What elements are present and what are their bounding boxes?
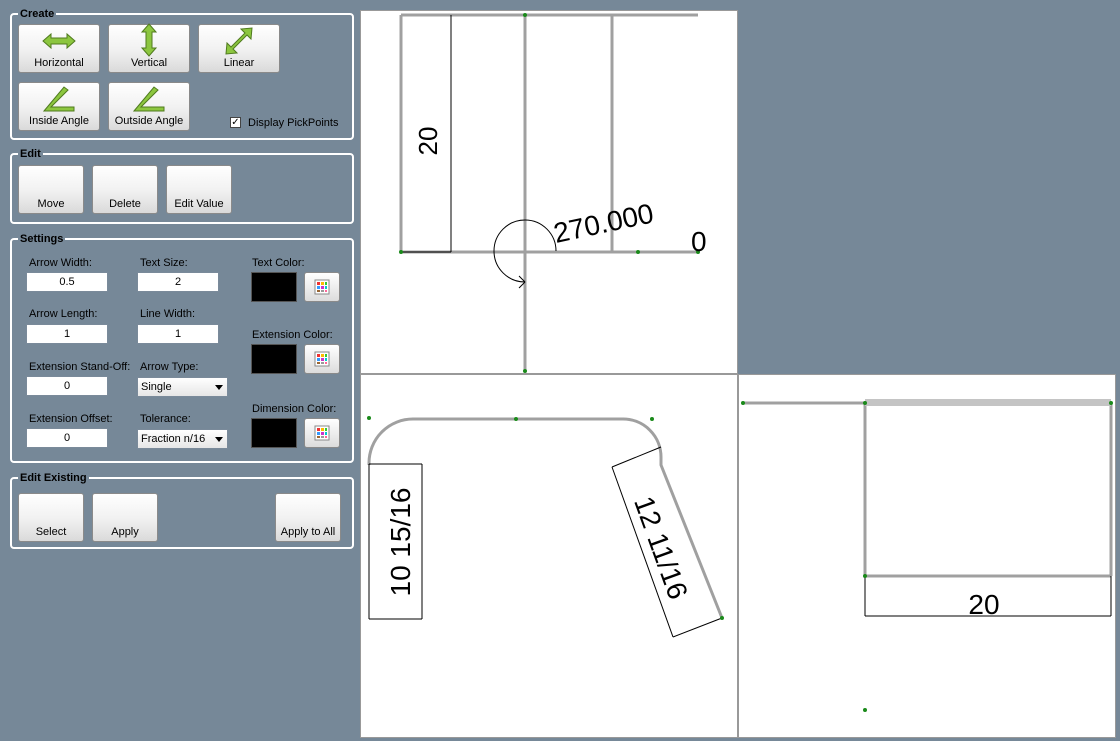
text-size-label: Text Size: (140, 257, 188, 269)
vertical-label: Vertical (130, 57, 168, 69)
arrow-length-input[interactable] (26, 324, 108, 344)
delete-button[interactable]: Delete (92, 165, 158, 214)
text-color-label: Text Color: (252, 257, 305, 269)
line-width-input[interactable] (137, 324, 219, 344)
create-group-title: Create (18, 7, 57, 21)
extension-color-label: Extension Color: (252, 329, 333, 341)
vertical-button[interactable]: Vertical (108, 23, 190, 73)
tolerance-select[interactable]: Fraction n/16 (137, 429, 228, 449)
inside-angle-icon (42, 86, 75, 112)
horizontal-button[interactable]: Horizontal (18, 24, 100, 73)
dimension-color-label: Dimension Color: (252, 403, 337, 415)
extension-color-swatch (251, 344, 297, 374)
arrow-length-label: Arrow Length: (29, 308, 98, 320)
color-palette-icon (314, 351, 330, 367)
chevron-down-icon (215, 385, 223, 390)
text-size-input[interactable] (137, 272, 219, 292)
extension-offset-label: Extension Offset: (29, 413, 113, 425)
select-button[interactable]: Select (18, 493, 84, 542)
apply-to-all-label: Apply to All (280, 526, 336, 538)
display-pickpoints-label: Display PickPoints (248, 117, 339, 129)
bottom-dimension-text: 20 (968, 589, 999, 620)
horizontal-arrow-icon (42, 32, 76, 50)
top-viewport[interactable]: 20 270.000 0 (360, 10, 738, 374)
apply-to-all-button[interactable]: Apply to All (275, 493, 341, 542)
delete-label: Delete (109, 198, 141, 210)
zero-dimension-text: 0 (691, 226, 707, 257)
bottom-left-viewport[interactable]: 10 15/16 12 11/16 (360, 374, 738, 738)
select-label: Select (35, 526, 67, 538)
chevron-down-icon (215, 437, 223, 442)
extension-standoff-label: Extension Stand-Off: (29, 361, 131, 373)
left-dimension-text: 10 15/16 (385, 488, 416, 597)
arrow-type-label: Arrow Type: (140, 361, 199, 373)
text-color-swatch (251, 272, 297, 302)
tolerance-label: Tolerance: (140, 413, 191, 425)
inside-angle-label: Inside Angle (29, 115, 89, 127)
dimension-color-picker-button[interactable] (304, 418, 340, 448)
inside-angle-button[interactable]: Inside Angle (18, 82, 100, 131)
vertical-arrow-icon (140, 23, 158, 57)
extension-color-picker-button[interactable] (304, 344, 340, 374)
move-button[interactable]: Move (18, 165, 84, 214)
linear-label: Linear (223, 57, 255, 69)
right-dimension-text: 12 11/16 (628, 492, 694, 603)
outside-angle-label: Outside Angle (114, 115, 184, 127)
linear-button[interactable]: Linear (198, 24, 280, 73)
color-palette-icon (314, 425, 330, 441)
tolerance-value: Fraction n/16 (141, 433, 206, 445)
edit-value-button[interactable]: Edit Value (166, 165, 232, 214)
edit-group-title: Edit (18, 147, 43, 161)
apply-label: Apply (111, 526, 139, 538)
edit-existing-group-title: Edit Existing (18, 471, 89, 485)
outside-angle-button[interactable]: Outside Angle (108, 82, 190, 131)
angle-dimension-text: 270.000 (551, 198, 656, 249)
bottom-left-viewport-drawing: 10 15/16 12 11/16 (367, 416, 724, 638)
vertical-dimension-text: 20 (413, 127, 443, 156)
arrow-type-select[interactable]: Single (137, 377, 228, 397)
arrow-width-label: Arrow Width: (29, 257, 92, 269)
apply-button[interactable]: Apply (92, 493, 158, 542)
bottom-right-viewport[interactable]: 20 (738, 374, 1116, 738)
outside-angle-icon (132, 86, 165, 112)
bottom-right-viewport-drawing: 20 (741, 399, 1113, 712)
edit-value-label: Edit Value (174, 198, 224, 210)
linear-arrow-icon (225, 27, 253, 55)
arrow-width-input[interactable] (26, 272, 108, 292)
display-pickpoints-checkbox[interactable]: ✓ (230, 117, 241, 128)
text-color-picker-button[interactable] (304, 272, 340, 302)
extension-standoff-input[interactable] (26, 376, 108, 396)
move-label: Move (37, 198, 65, 210)
top-viewport-drawing: 20 270.000 0 (399, 13, 707, 373)
horizontal-label: Horizontal (34, 57, 84, 69)
color-palette-icon (314, 279, 330, 295)
dimension-color-swatch (251, 418, 297, 448)
extension-offset-input[interactable] (26, 428, 108, 448)
settings-group-title: Settings (18, 232, 66, 246)
arrow-type-value: Single (141, 381, 172, 393)
line-width-label: Line Width: (140, 308, 196, 320)
